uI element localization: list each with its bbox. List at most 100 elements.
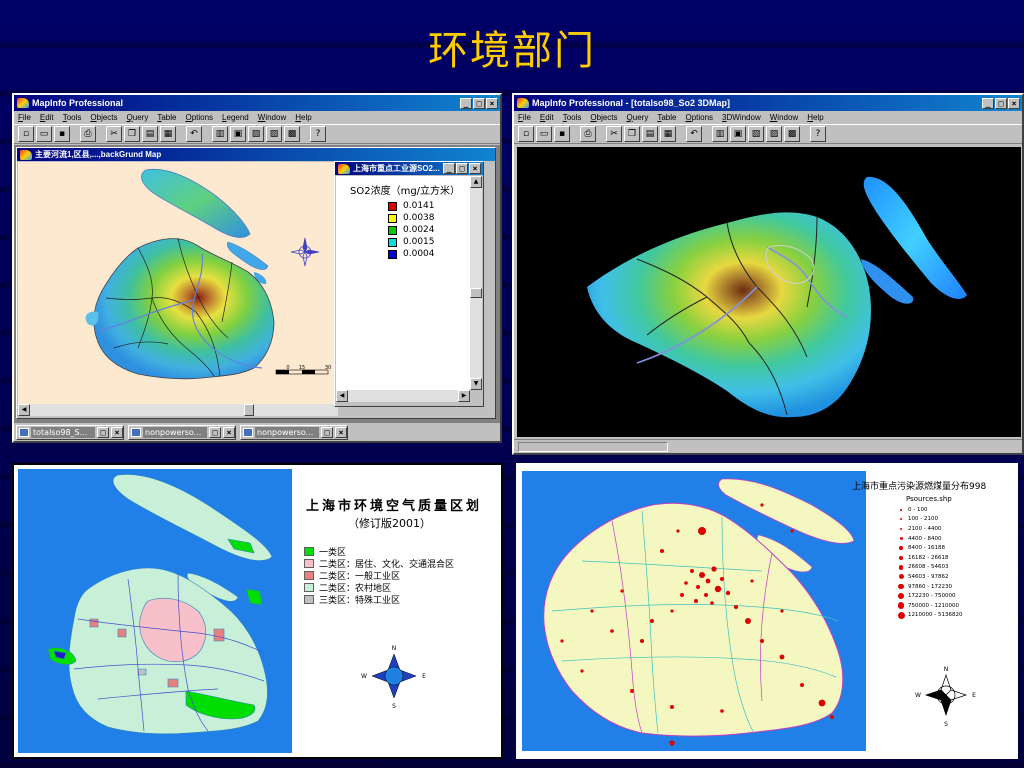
menu-help[interactable]: Help — [807, 113, 823, 122]
legend-scroll-right-button[interactable]: ▶ — [458, 390, 470, 402]
copy-icon[interactable]: ❐ — [124, 126, 140, 142]
status-bar — [514, 439, 1022, 453]
scroll-left-button[interactable]: ◀ — [18, 404, 30, 416]
help-icon[interactable]: ? — [810, 126, 826, 142]
menu-tools[interactable]: Tools — [563, 113, 582, 122]
legend-vscrollbar[interactable]: ▲ ▼ — [470, 176, 482, 390]
vscroll-thumb[interactable] — [470, 288, 482, 298]
scroll-thumb[interactable] — [244, 404, 254, 416]
undo-icon[interactable]: ↶ — [686, 126, 702, 142]
map-child-titlebar[interactable]: 主要河流1,区县,...,backGrund Map — [17, 148, 495, 161]
menu-query[interactable]: Query — [127, 113, 149, 122]
open-icon[interactable]: ▭ — [536, 126, 552, 142]
paste-icon[interactable]: ▤ — [142, 126, 158, 142]
close-button[interactable]: × — [486, 97, 498, 109]
legend-close-button[interactable]: × — [469, 163, 481, 174]
window-titlebar[interactable]: MapInfo Professional - [totalso98_So2 3D… — [514, 95, 1022, 111]
new-layout-icon[interactable]: ▨ — [766, 126, 782, 142]
slide-title: 环境部门 — [428, 28, 596, 74]
restore-button[interactable]: □ — [209, 427, 221, 438]
menu-objects[interactable]: Objects — [90, 113, 117, 122]
close-button[interactable]: × — [111, 427, 123, 438]
zoning-map-title: 上海市环境空气质量区划 — [306, 499, 483, 514]
close-button[interactable]: × — [1008, 97, 1020, 109]
legend-hscrollbar[interactable]: ◀ ▶ — [336, 390, 470, 402]
clear-icon[interactable]: ▦ — [660, 126, 676, 142]
so2-concentration-map[interactable]: 0 15 30 — [18, 162, 338, 404]
scroll-up-button[interactable]: ▲ — [470, 176, 482, 188]
close-button[interactable]: × — [223, 427, 235, 438]
menu-table[interactable]: Table — [157, 113, 176, 122]
air-quality-zoning-panel: 上海市环境空气质量区划 （修订版2001） 一类区 二类区：居住、文化、交通混合区… — [12, 463, 503, 759]
new-grapher-icon[interactable]: ▧ — [248, 126, 264, 142]
window-titlebar[interactable]: MapInfo Professional _ □ × — [14, 95, 500, 111]
new-icon[interactable]: ▫ — [18, 126, 34, 142]
cut-icon[interactable]: ✂ — [106, 126, 122, 142]
clear-icon[interactable]: ▦ — [160, 126, 176, 142]
scroll-down-button[interactable]: ▼ — [470, 378, 482, 390]
minimize-button[interactable]: _ — [460, 97, 472, 109]
new-icon[interactable]: ▫ — [518, 126, 534, 142]
restore-button[interactable]: □ — [97, 427, 109, 438]
menu-file[interactable]: File — [18, 113, 31, 122]
maximize-button[interactable]: □ — [473, 97, 485, 109]
minimize-button[interactable]: _ — [982, 97, 994, 109]
menu-help[interactable]: Help — [295, 113, 311, 122]
new-browser-icon[interactable]: ▥ — [212, 126, 228, 142]
menu-3dwindow[interactable]: 3DWindow — [722, 113, 761, 122]
pollution-legend-item: 4400 - 8400 — [894, 534, 962, 544]
restore-button[interactable]: □ — [321, 427, 333, 438]
map-hscrollbar[interactable]: ◀ — [18, 404, 338, 416]
menu-options[interactable]: Options — [185, 113, 213, 122]
new-mapper-icon[interactable]: ▣ — [730, 126, 746, 142]
open-icon[interactable]: ▭ — [36, 126, 52, 142]
legend-scroll-left-button[interactable]: ◀ — [336, 390, 348, 402]
maximize-button[interactable]: □ — [995, 97, 1007, 109]
legend-minimize-button[interactable]: _ — [443, 163, 455, 174]
air-quality-zoning-map[interactable] — [18, 469, 292, 753]
menu-file[interactable]: File — [518, 113, 531, 122]
paste-icon[interactable]: ▤ — [642, 126, 658, 142]
new-layout-icon[interactable]: ▨ — [266, 126, 282, 142]
menu-bar: File Edit Tools Objects Query Table Opti… — [14, 111, 500, 124]
save-icon[interactable]: ▪ — [54, 126, 70, 142]
help-icon[interactable]: ? — [310, 126, 326, 142]
menu-edit[interactable]: Edit — [40, 113, 54, 122]
menu-options[interactable]: Options — [685, 113, 713, 122]
redistrict-icon[interactable]: ▩ — [284, 126, 300, 142]
legend-child-title: 上海市重点工业源SO2... — [353, 164, 440, 173]
menu-edit[interactable]: Edit — [540, 113, 554, 122]
zone-legend-item: 二类区：农村地区 — [304, 581, 454, 594]
status-field — [518, 442, 668, 452]
menu-objects[interactable]: Objects — [590, 113, 617, 122]
new-browser-icon[interactable]: ▥ — [712, 126, 728, 142]
print-icon[interactable]: ⎙ — [80, 126, 96, 142]
mapinfo-window-right: MapInfo Professional - [totalso98_So2 3D… — [512, 93, 1024, 455]
new-grapher-icon[interactable]: ▧ — [748, 126, 764, 142]
menu-legend[interactable]: Legend — [222, 113, 249, 122]
redistrict-icon[interactable]: ▩ — [784, 126, 800, 142]
save-icon[interactable]: ▪ — [554, 126, 570, 142]
pollution-legend-item: 100 - 2100 — [894, 515, 962, 525]
menu-window[interactable]: Window — [770, 113, 798, 122]
print-icon[interactable]: ⎙ — [580, 126, 596, 142]
cut-icon[interactable]: ✂ — [606, 126, 622, 142]
svg-text:E: E — [422, 673, 426, 680]
minimized-window-3[interactable]: nonpowerso... □ × — [240, 425, 348, 440]
new-mapper-icon[interactable]: ▣ — [230, 126, 246, 142]
legend-window-icon — [338, 163, 350, 174]
legend-child-titlebar[interactable]: 上海市重点工业源SO2... _ □ × — [335, 162, 483, 175]
menu-tools[interactable]: Tools — [63, 113, 82, 122]
close-button[interactable]: × — [335, 427, 347, 438]
minimized-window-1[interactable]: totalso98_S... □ × — [16, 425, 124, 440]
undo-icon[interactable]: ↶ — [186, 126, 202, 142]
legend-maximize-button[interactable]: □ — [456, 163, 468, 174]
menu-window[interactable]: Window — [258, 113, 286, 122]
copy-icon[interactable]: ❐ — [624, 126, 640, 142]
so2-3d-map[interactable] — [517, 147, 1021, 437]
menu-table[interactable]: Table — [657, 113, 676, 122]
pollution-sources-map[interactable] — [522, 471, 866, 751]
legend-label: 0.0024 — [403, 225, 435, 235]
minimized-window-2[interactable]: nonpowerso... □ × — [128, 425, 236, 440]
menu-query[interactable]: Query — [627, 113, 649, 122]
